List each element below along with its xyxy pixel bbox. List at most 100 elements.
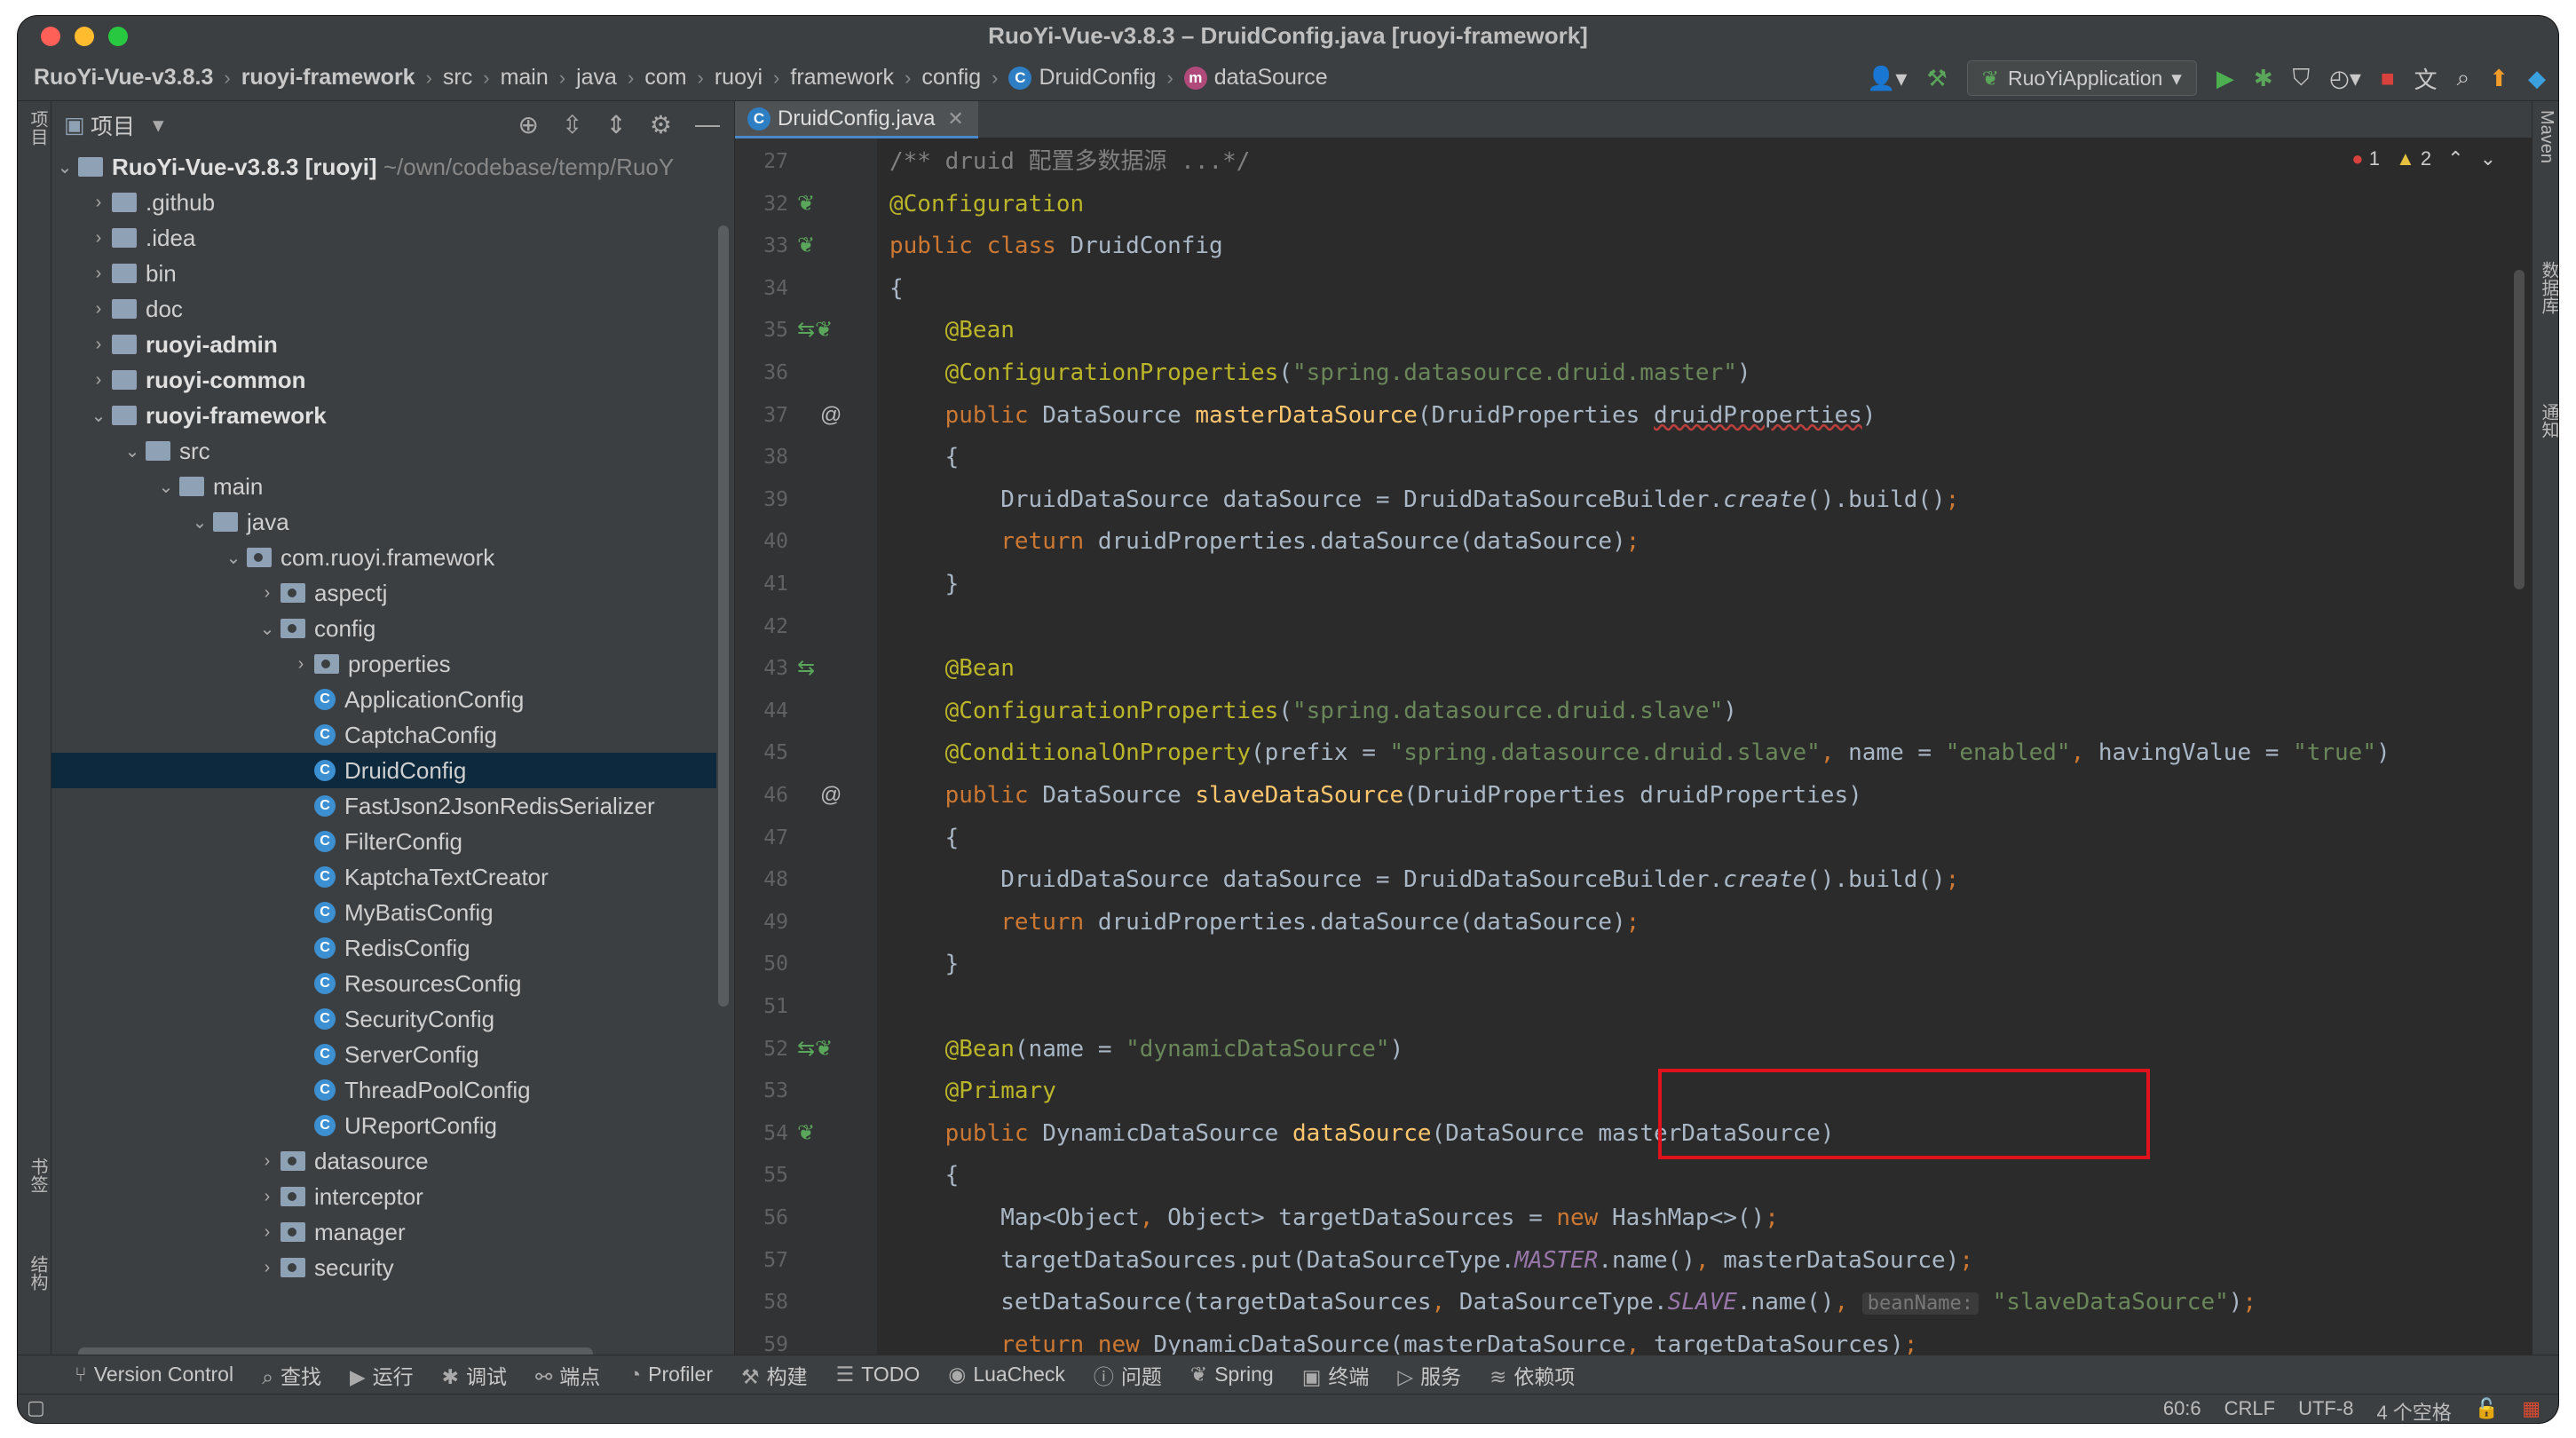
tool-window-debug[interactable]: ✱ 调试 (442, 1360, 507, 1390)
tool-window-spring[interactable]: ❦ Spring (1190, 1363, 1274, 1387)
tree-item[interactable]: C ResourcesConfig (51, 966, 716, 1001)
code-line[interactable]: { (889, 1156, 960, 1195)
tree-item[interactable]: › manager (51, 1214, 716, 1250)
locate-icon[interactable]: ⊕ (518, 110, 538, 139)
breadcrumb-item[interactable]: src (443, 65, 472, 91)
chevron-right-icon[interactable]: › (85, 335, 112, 355)
bookmarks-tool-tab[interactable]: 书签 (25, 1158, 51, 1193)
tool-window-terminal[interactable]: ▣ 终端 (1302, 1360, 1370, 1390)
chevron-down-icon[interactable]: ⌄ (254, 618, 281, 640)
code-line[interactable]: @Configuration (889, 185, 1084, 224)
tool-window-build[interactable]: ⚒ 构建 (741, 1360, 808, 1390)
code-line[interactable]: { (889, 269, 904, 308)
tool-window-problems[interactable]: ⓘ 问题 (1094, 1360, 1162, 1390)
autowire-gutter-icon[interactable]: @ (820, 396, 842, 435)
breadcrumb-class[interactable]: C DruidConfig › (1008, 65, 1183, 91)
line-separator[interactable]: CRLF (2224, 1397, 2275, 1423)
search-icon[interactable]: ⌕ (2457, 64, 2470, 92)
user-icon[interactable]: 👤▾ (1867, 65, 1907, 92)
chevron-right-icon[interactable]: › (85, 299, 112, 320)
code-line[interactable]: /** druid 配置多数据源 ...*/ (889, 142, 1250, 181)
code-line[interactable]: @ConfigurationProperties("spring.datasou… (889, 691, 1737, 731)
tool-window-services[interactable]: ▷ 服务 (1397, 1360, 1461, 1390)
tree-item[interactable]: C RedisConfig (51, 930, 716, 966)
tree-item[interactable]: C KaptchaTextCreator (51, 859, 716, 895)
spring-bean-gutter-icon[interactable]: ⇆❦ (797, 1030, 833, 1069)
code-line[interactable]: @ConditionalOnProperty(prefix = "spring.… (889, 733, 2390, 772)
tree-item[interactable]: ⌄ main (51, 469, 716, 504)
chevron-down-icon[interactable]: ⌄ (186, 511, 213, 533)
spring-bean-gutter-icon[interactable]: ⇆❦ (797, 311, 833, 350)
breadcrumb-item[interactable]: com (644, 65, 686, 91)
tree-item[interactable]: C FilterConfig (51, 824, 716, 859)
spring-bean-gutter-icon[interactable]: ⇆ (797, 649, 815, 688)
code-line[interactable]: DruidDataSource dataSource = DruidDataSo… (889, 480, 1959, 519)
tool-window-search[interactable]: ⌕ 查找 (262, 1360, 321, 1390)
code-line[interactable]: @Bean (889, 311, 1015, 350)
tree-item[interactable]: C ThreadPoolConfig (51, 1072, 716, 1108)
chevron-down-icon[interactable]: ⌄ (51, 156, 78, 178)
collapse-all-icon[interactable]: ⇕ (605, 110, 626, 139)
code-line[interactable]: return druidProperties.dataSource(dataSo… (889, 903, 1640, 942)
tree-item[interactable]: › datasource (51, 1143, 716, 1179)
coverage-icon[interactable]: ⛉ (2293, 64, 2311, 92)
chevron-right-icon[interactable]: › (288, 654, 314, 675)
chevron-down-icon[interactable]: ⌄ (85, 405, 112, 427)
file-encoding[interactable]: UTF-8 (2298, 1397, 2353, 1423)
tab-druidconfig[interactable]: C DruidConfig.java ✕ (735, 101, 978, 138)
spring-bean-gutter-icon[interactable]: ❦ (797, 226, 815, 265)
code-line[interactable]: public DataSource slaveDataSource(DruidP… (889, 776, 1862, 815)
code-line[interactable]: public DataSource masterDataSource(Druid… (889, 396, 1877, 435)
minimize-window-button[interactable] (75, 27, 94, 46)
tree-root[interactable]: ⌄ RuoYi-Vue-v3.8.3 [ruoyi] ~/own/codebas… (51, 149, 716, 185)
code-line[interactable]: { (889, 818, 960, 857)
code-line[interactable]: @Bean(name = "dynamicDataSource") (889, 1030, 1404, 1069)
tool-window-dependencies[interactable]: ≋ 依赖项 (1489, 1360, 1575, 1390)
profile-icon[interactable]: ◴▾ (2329, 65, 2361, 92)
code-line[interactable]: @Primary (889, 1071, 1056, 1110)
breadcrumb-method[interactable]: m dataSource (1183, 65, 1328, 91)
code-line[interactable]: return druidProperties.dataSource(dataSo… (889, 522, 1640, 561)
lock-icon[interactable]: 🔓 (2475, 1397, 2499, 1423)
run-configuration-select[interactable]: ❦ RuoYiApplication ▾ (1966, 60, 2197, 96)
chevron-down-icon[interactable]: ▾ (153, 112, 164, 138)
tree-item[interactable]: › ruoyi-common (51, 362, 716, 398)
tree-item[interactable]: ⌄ ruoyi-framework (51, 398, 716, 433)
update-icon[interactable]: ⬆ (2489, 65, 2509, 92)
editor-scrollbar[interactable] (2514, 270, 2525, 589)
tree-item[interactable]: ⌄ src (51, 433, 716, 469)
code-line[interactable]: } (889, 944, 960, 984)
chevron-right-icon[interactable]: › (85, 264, 112, 284)
code-line[interactable]: Map<Object, Object> targetDataSources = … (889, 1198, 1779, 1237)
tree-item[interactable]: › .idea (51, 220, 716, 256)
gear-icon[interactable]: ⚙ (650, 110, 672, 139)
code-line[interactable]: setDataSource(targetDataSources, DataSou… (889, 1283, 2256, 1322)
tree-item[interactable]: › bin (51, 256, 716, 291)
code-line[interactable]: { (889, 438, 960, 477)
tool-window-endpoints[interactable]: ⚯ 端点 (535, 1360, 600, 1390)
maven-tool-tab[interactable]: Maven (2536, 110, 2556, 163)
tool-window-profiler[interactable]: ◔ Profiler (628, 1363, 713, 1387)
tree-item[interactable]: C ServerConfig (51, 1037, 716, 1072)
indent-setting[interactable]: 4 个空格 (2376, 1397, 2451, 1423)
spring-bean-gutter-icon[interactable]: ❦ (797, 185, 815, 224)
breadcrumb-item[interactable]: ruoyi-framework (241, 65, 415, 91)
chevron-right-icon[interactable]: › (85, 193, 112, 213)
chevron-right-icon[interactable]: › (254, 1258, 281, 1278)
tree-item[interactable]: C UReportConfig (51, 1108, 716, 1143)
tool-window-todo[interactable]: ☰ TODO (836, 1363, 921, 1387)
close-icon[interactable]: ✕ (947, 107, 963, 130)
autowire-gutter-icon[interactable]: @ (820, 776, 842, 815)
breadcrumb-item[interactable]: RuoYi-Vue-v3.8.3 (34, 65, 213, 91)
close-window-button[interactable] (41, 27, 60, 46)
code-line[interactable]: DruidDataSource dataSource = DruidDataSo… (889, 860, 1959, 899)
code-line[interactable]: targetDataSources.put(DataSourceType.MAS… (889, 1241, 1973, 1280)
plugin-icon[interactable]: ◆ (2528, 65, 2546, 92)
breadcrumb-item[interactable]: ruoyi (715, 65, 763, 91)
chevron-right-icon[interactable]: › (254, 583, 281, 604)
chevron-down-icon[interactable]: ⌄ (119, 440, 146, 462)
chevron-right-icon[interactable]: › (254, 1187, 281, 1207)
tree-item[interactable]: › properties (51, 646, 716, 682)
chevron-right-icon[interactable]: › (85, 228, 112, 249)
tool-window-luacheck[interactable]: ◉ LuaCheck (948, 1363, 1065, 1387)
